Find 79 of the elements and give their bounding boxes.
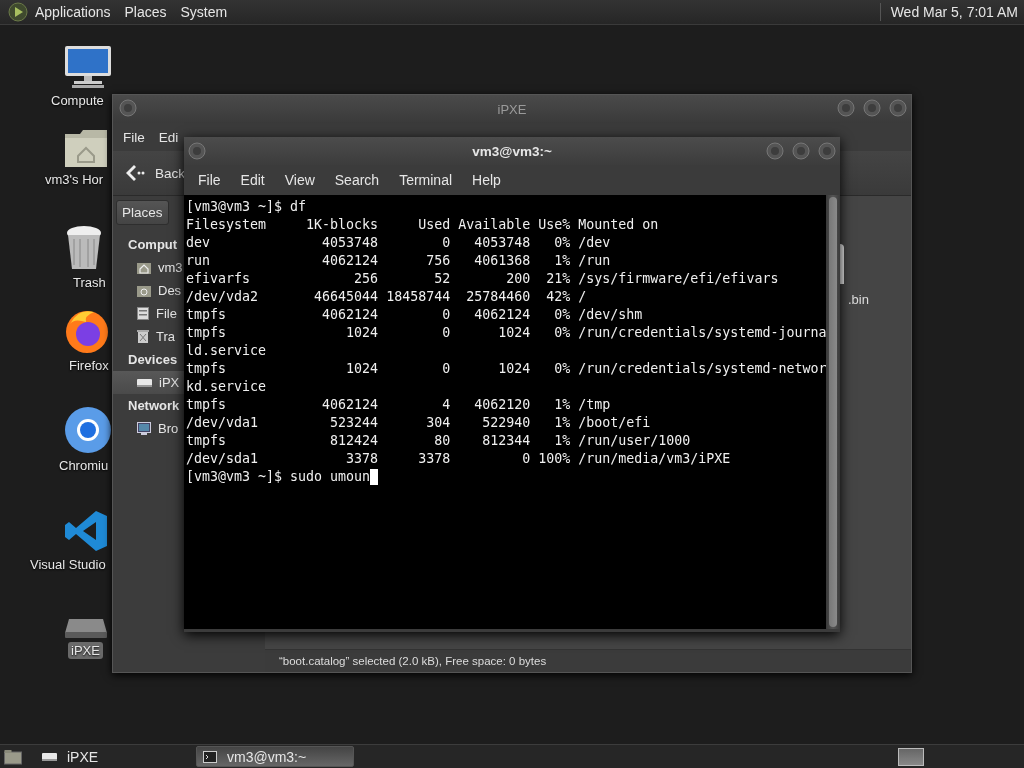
drive-icon — [42, 751, 57, 762]
panel-menu[interactable]: System — [173, 4, 235, 20]
places-dropdown[interactable]: Places — [116, 200, 169, 225]
window-control-icon — [818, 142, 836, 160]
menu-item[interactable]: File — [119, 129, 155, 145]
fox-globe-icon — [64, 308, 110, 354]
terminal-line: /dev/vda1 523244 304 522940 1% /boot/efi — [186, 414, 651, 432]
taskbar-button[interactable]: vm3@vm3:~ — [196, 746, 354, 767]
trash-icon — [137, 330, 149, 343]
workspace-switcher[interactable] — [898, 747, 924, 766]
terminal-line: Filesystem 1K-blocks Used Available Use% Mounted on — [186, 216, 659, 234]
panel-menu[interactable]: Applications — [28, 4, 118, 20]
code-editor-icon — [64, 509, 108, 553]
terminal-line: /dev/sda1 3378 3378 0 100% /run/media/vm3/iPXE — [186, 450, 731, 468]
taskbar-button[interactable]: iPXE — [36, 746, 194, 767]
desktop-icon-label[interactable]: Firefox — [66, 357, 112, 374]
desktop-icon-label[interactable]: vm3's Hor — [42, 171, 107, 188]
terminal-line: ld.service — [186, 342, 267, 360]
network-icon — [137, 422, 151, 435]
sidebar-item[interactable]: vm3 — [113, 256, 184, 279]
terminal-line: [vm3@vm3 ~]$ sudo umoun — [186, 468, 371, 486]
terminal-line: run 4062124 756 4061368 1% /run — [186, 252, 611, 270]
panel-menu[interactable]: Places — [117, 4, 174, 20]
menu-item[interactable]: File — [188, 172, 231, 188]
terminal-line: tmpfs 1024 0 1024 0% /run/credentials/systemd-networ — [186, 360, 827, 378]
text-cursor — [370, 469, 379, 485]
window-control-icon — [863, 99, 881, 117]
window-control-icon — [766, 142, 784, 160]
folder-icon — [137, 284, 151, 297]
desktop-icon-label[interactable]: Visual Studio — [27, 556, 109, 573]
terminal-line: tmpfs 4062124 0 4062124 0% /dev/shm — [186, 306, 643, 324]
desktop-icon-label[interactable]: Chromiu — [56, 457, 112, 474]
terminal-line: [vm3@vm3 ~]$ df — [186, 198, 307, 216]
chromium-icon — [64, 406, 112, 454]
file-name[interactable]: .bin — [848, 292, 869, 307]
scrollbar[interactable] — [826, 195, 841, 629]
desktop-icon-label[interactable]: Trash — [70, 274, 109, 291]
terminal-line: dev 4053748 0 4053748 0% /dev — [186, 234, 611, 252]
drive-icon — [137, 377, 152, 388]
sidebar-item[interactable]: Bro — [113, 417, 184, 440]
window-title: vm3@vm3:~ — [472, 143, 552, 159]
sidebar-heading: Comput — [127, 236, 179, 254]
terminal-line: tmpfs 1024 0 1024 0% /run/credentials/systemd-journa — [186, 324, 827, 342]
window-control-icon — [889, 99, 907, 117]
window-menu-icon — [188, 142, 206, 160]
menu-item[interactable]: Help — [462, 172, 511, 188]
terminal-line: efivarfs 256 52 200 21% /sys/firmware/efi/efivars — [186, 270, 779, 288]
terminal-line: kd.service — [186, 378, 267, 396]
clock[interactable]: Wed Mar 5, 7:01 AM — [890, 4, 1018, 20]
window-title: iPXE — [497, 101, 527, 117]
sidebar-item[interactable]: iPX — [113, 371, 184, 394]
menu-item[interactable]: Search — [324, 172, 390, 188]
menu-item[interactable]: View — [274, 172, 325, 188]
terminal-line: /dev/vda2 46645044 18458744 25784460 42% / — [186, 288, 587, 306]
home-folder-icon — [64, 128, 108, 168]
terminal-line: tmpfs 4062124 4 4062120 1% /tmp — [186, 396, 611, 414]
menu-item[interactable]: Terminal — [389, 172, 463, 188]
sidebar-item[interactable]: Tra — [113, 325, 184, 348]
back-button[interactable]: Back — [155, 165, 185, 181]
menu-item[interactable]: Edi — [154, 129, 189, 145]
desktop-icon-label[interactable]: Compute — [48, 92, 107, 109]
sidebar-item[interactable]: Des — [113, 279, 184, 302]
sidebar-heading: Devices — [127, 351, 179, 369]
menu-item[interactable]: Edit — [230, 172, 275, 188]
desktop-icon-label[interactable]: iPXE — [68, 642, 103, 659]
window-control-icon — [792, 142, 810, 160]
computer-icon — [64, 45, 112, 89]
terminal-line: tmpfs 812424 80 812344 1% /run/user/1000 — [186, 432, 691, 450]
window-menu-icon — [119, 99, 137, 117]
status-bar: “boot.catalog” selected (2.0 kB), Free space: 0 bytes — [265, 649, 911, 672]
show-desktop-icon — [4, 748, 22, 765]
window-control-icon — [837, 99, 855, 117]
distro-logo-icon — [8, 2, 28, 22]
terminal-icon — [203, 750, 217, 763]
trash-can-icon — [64, 225, 104, 271]
home-folder-icon — [137, 261, 151, 274]
sidebar-heading: Network — [127, 397, 181, 415]
drive-icon — [64, 617, 108, 639]
sidebar-item[interactable]: File — [113, 302, 184, 325]
